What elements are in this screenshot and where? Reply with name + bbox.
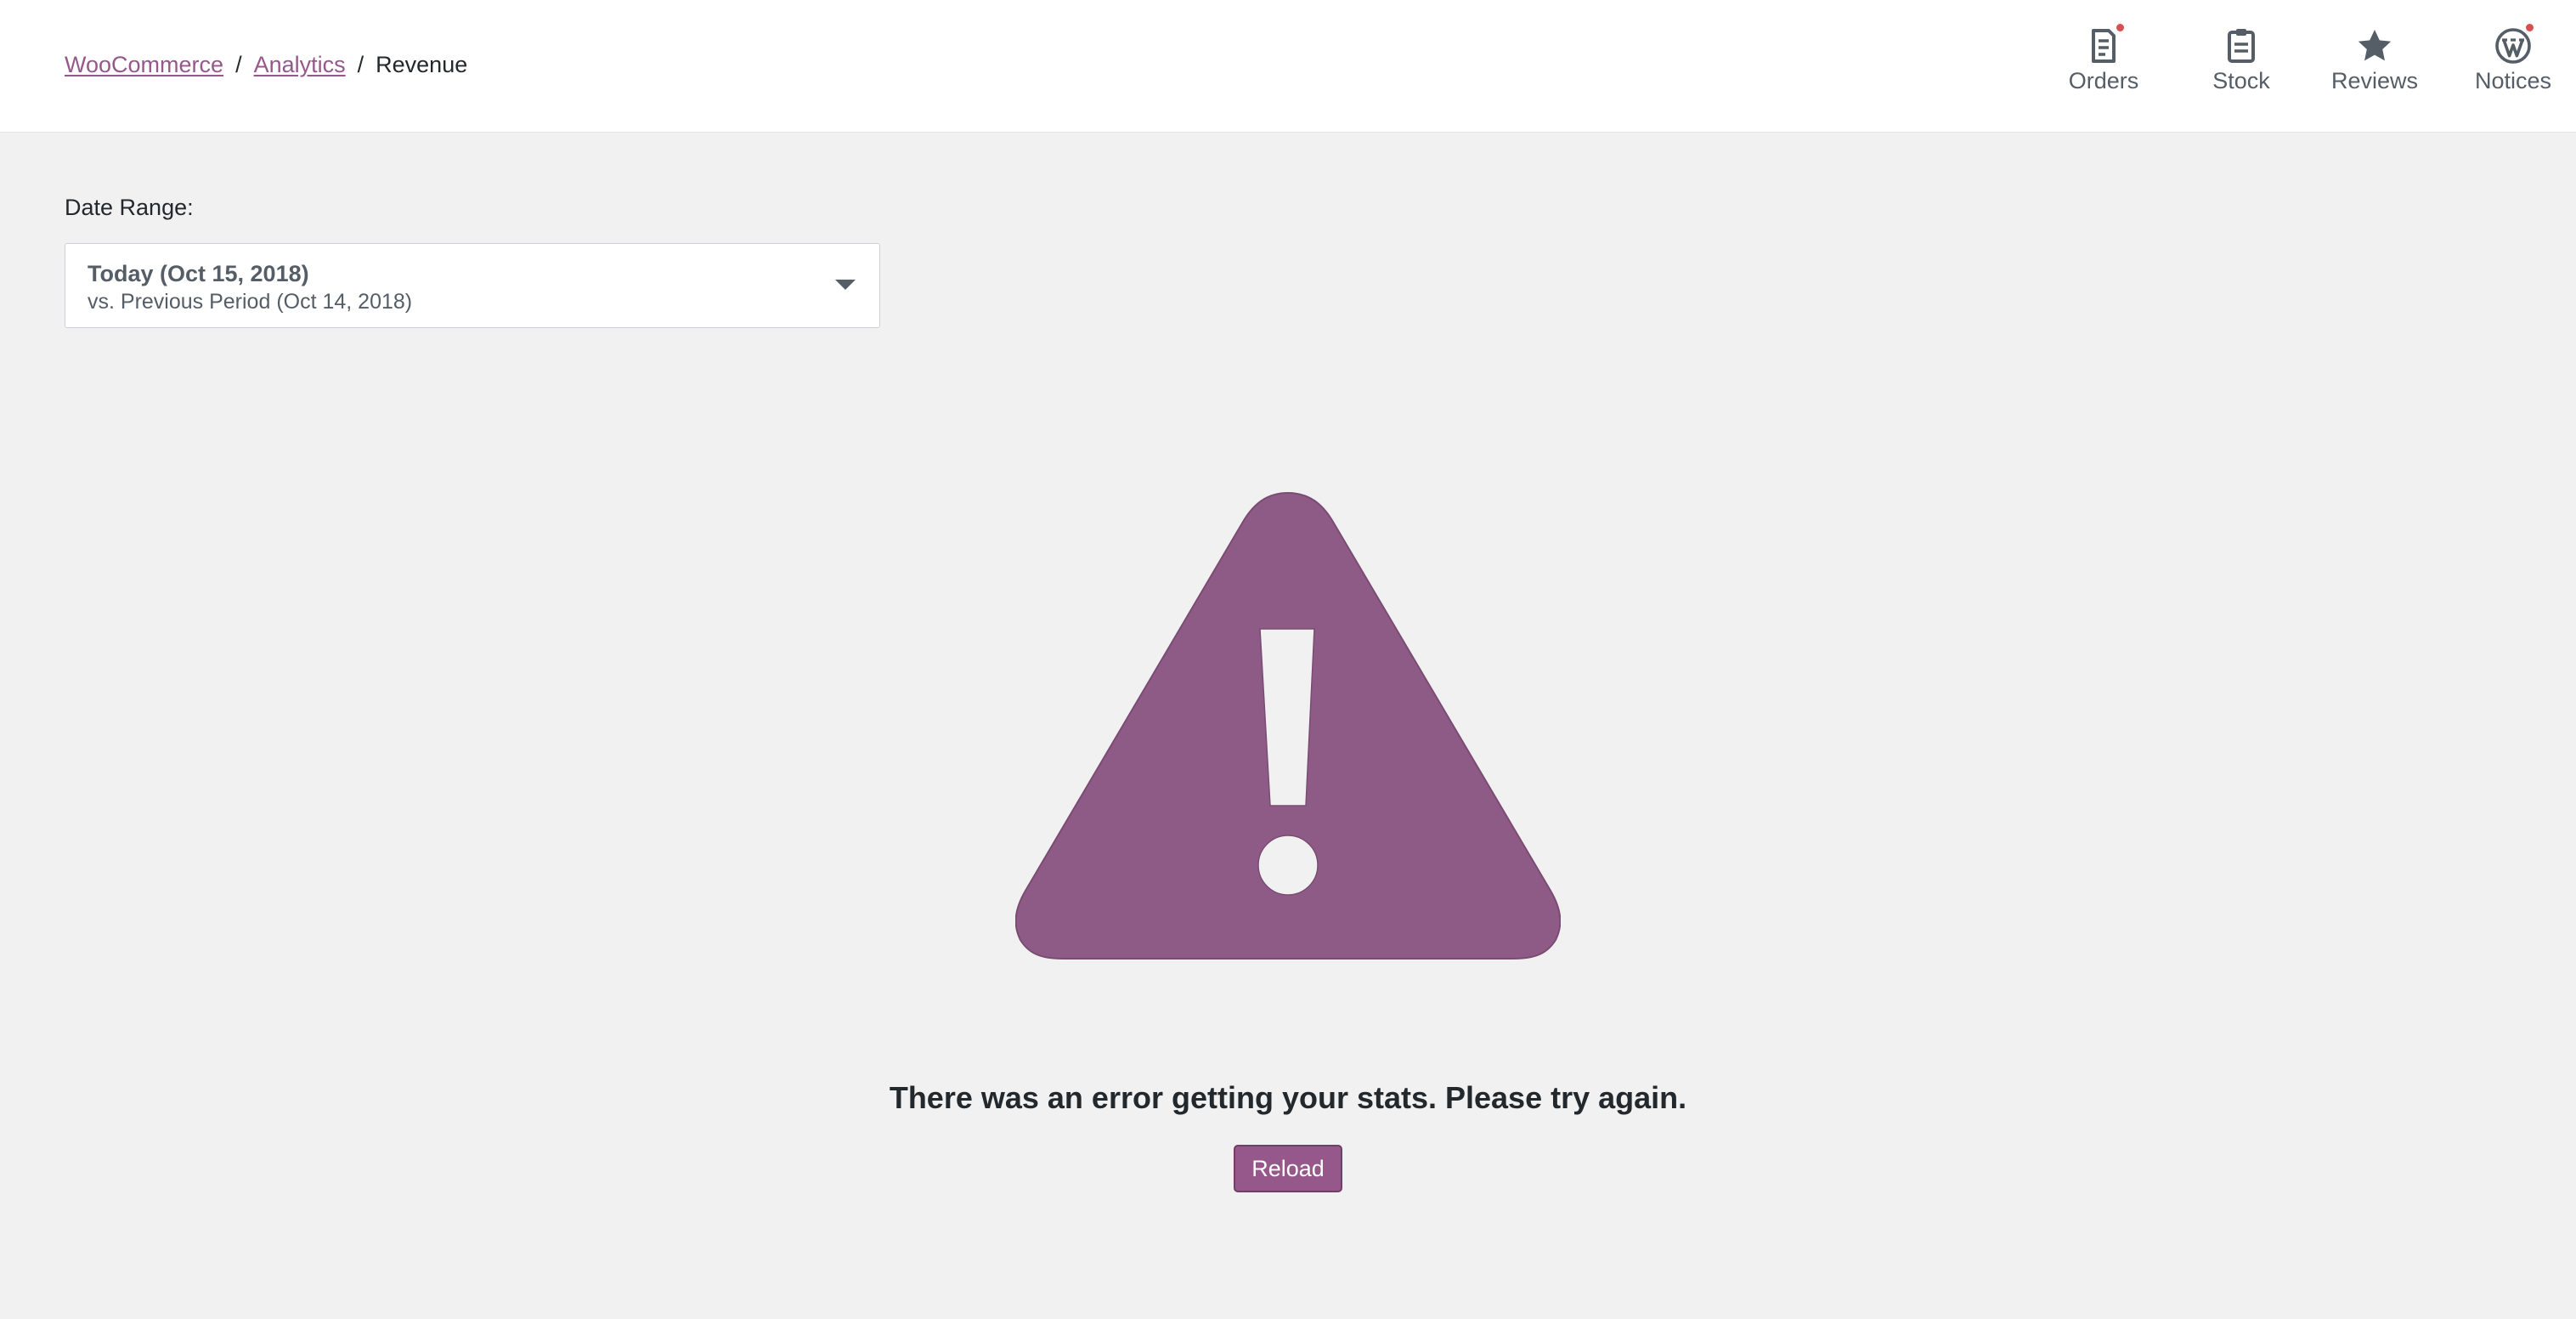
date-range-primary: Today (Oct 15, 2018): [88, 261, 309, 286]
star-icon: [2354, 25, 2395, 66]
date-range-label: Date Range:: [65, 195, 194, 220]
date-range-secondary: vs. Previous Period (Oct 14, 2018): [88, 290, 413, 314]
orders-icon: [2083, 22, 2126, 66]
breadcrumb-current: Revenue: [376, 52, 468, 77]
app-header: WooCommerce / Analytics / Revenue Orders…: [0, 0, 2576, 133]
activity-notices-button[interactable]: Notices: [2469, 22, 2557, 95]
chevron-down-icon: [835, 280, 856, 290]
wordpress-icon: [2493, 22, 2535, 66]
activity-reviews-label: Reviews: [2330, 68, 2419, 93]
date-range-dropdown[interactable]: Today (Oct 15, 2018) vs. Previous Period…: [65, 243, 880, 328]
orders-notification-dot: [2115, 22, 2126, 33]
notices-notification-dot: [2524, 22, 2535, 33]
reload-button[interactable]: Reload: [1234, 1145, 1342, 1192]
breadcrumb: WooCommerce / Analytics / Revenue: [65, 49, 467, 80]
activity-orders-label: Orders: [2068, 68, 2139, 93]
clipboard-icon: [2221, 25, 2262, 66]
activity-reviews-button[interactable]: Reviews: [2330, 25, 2419, 95]
warning-icon: [1015, 491, 1561, 960]
activity-notices-label: Notices: [2474, 68, 2552, 93]
breadcrumb-separator: /: [357, 52, 364, 77]
activity-orders-button[interactable]: Orders: [2065, 22, 2143, 95]
breadcrumb-separator: /: [235, 52, 242, 77]
activity-stock-button[interactable]: Stock: [2207, 25, 2275, 95]
breadcrumb-analytics-link[interactable]: Analytics: [254, 49, 346, 80]
error-message: There was an error getting your stats. P…: [889, 1080, 1687, 1115]
breadcrumb-woocommerce-link[interactable]: WooCommerce: [65, 49, 223, 80]
activity-stock-label: Stock: [2212, 68, 2270, 93]
